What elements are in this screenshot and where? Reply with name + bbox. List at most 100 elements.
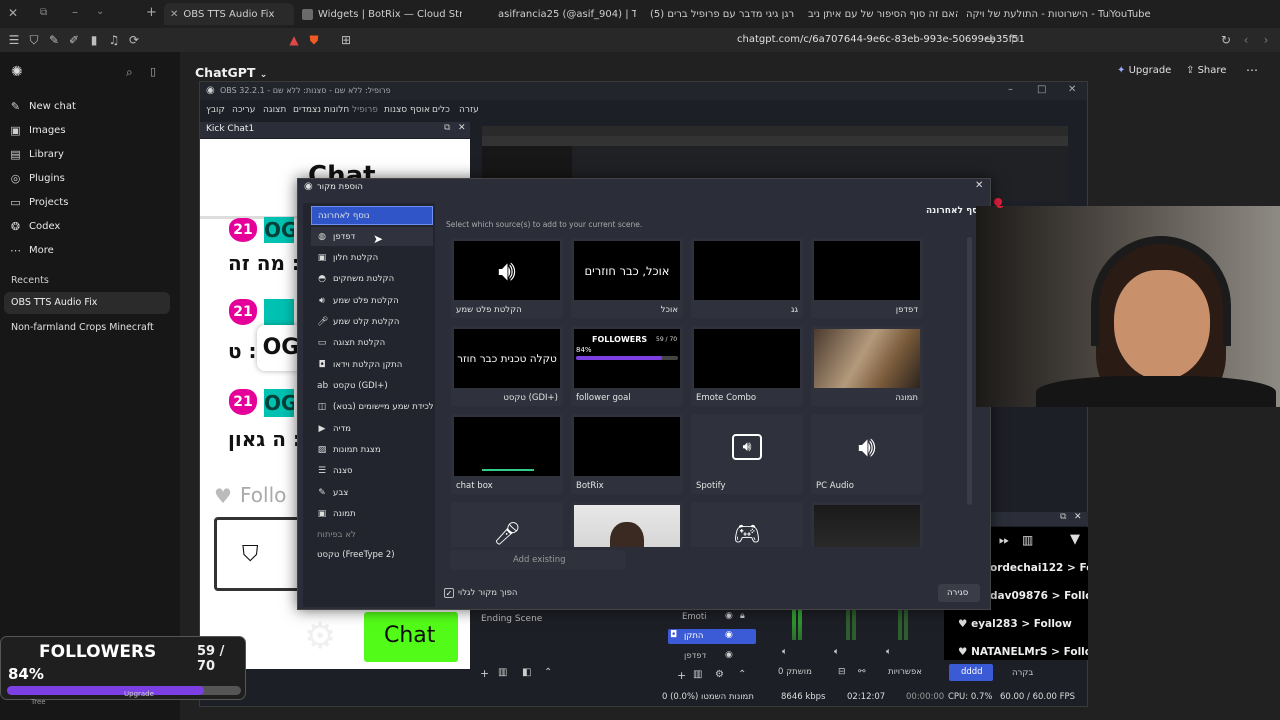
settings-button[interactable]: אפשרויות — [888, 667, 940, 681]
translate-icon[interactable]: ⇋ — [982, 32, 998, 48]
source-type-browser[interactable]: ◍ דפדפן — [311, 227, 433, 246]
speaker-icon[interactable]: 🔈︎ — [886, 647, 891, 657]
chevron-down-icon[interactable]: ⌄ — [96, 6, 104, 17]
new-tab-icon[interactable]: + — [146, 5, 157, 20]
menu-view[interactable]: תצוגה — [263, 105, 286, 115]
card-pc-audio[interactable]: 🔊︎ PC Audio — [811, 414, 923, 494]
menu-file[interactable]: קובץ — [206, 105, 225, 115]
card-mic[interactable]: 🎤︎ — [451, 502, 563, 547]
share-button[interactable]: ⇪ Share — [1186, 65, 1226, 76]
source-type-window-capture[interactable]: ▣ הקלטת חלון — [311, 248, 433, 267]
card-botrix[interactable]: BotRix — [571, 414, 683, 494]
minimize-icon[interactable]: – — [72, 5, 78, 19]
menu-edit[interactable]: עריכה — [232, 105, 255, 115]
sync-icon[interactable]: ⟳ — [126, 32, 142, 48]
add-icon[interactable]: + — [480, 667, 489, 680]
source-type-recent[interactable]: נוסף לאחרונה — [311, 206, 433, 225]
tab-obs-tts[interactable]: ✕ OBS TTS Audio Fix — [164, 3, 294, 25]
menu-tools[interactable]: כלים — [432, 105, 450, 115]
tab-youtube-3[interactable]: הישרוטות - התולעת של ויקה - Tube — [966, 3, 1110, 25]
source-type-slideshow[interactable]: ▨ מצגת תמונות — [311, 440, 433, 459]
scene-item[interactable]: Ending Scene — [481, 614, 542, 624]
source-type-image[interactable]: ▣ תמונה — [311, 504, 433, 523]
sidebar-item-codex[interactable]: ❂ Codex — [10, 216, 60, 236]
eye-icon[interactable]: ◉ — [725, 630, 733, 640]
source-type-audio-input[interactable]: 🎤︎ הקלטת קלט שמע — [311, 312, 433, 331]
openai-logo-icon[interactable]: ✺ — [11, 64, 23, 80]
controls-tab[interactable]: בקרה — [1012, 668, 1033, 678]
link-icon[interactable]: ⚯ — [858, 667, 866, 677]
tab-youtube-4[interactable]: YouTube — [1110, 3, 1180, 25]
card-game-capture[interactable]: 🎮︎ — [691, 502, 803, 547]
menu-docks[interactable]: חלונות נצמדים — [293, 105, 349, 115]
menu-icon[interactable]: ☰ — [6, 32, 22, 48]
source-type-audio-output[interactable]: 🔊︎ הקלטת פלט שמע — [311, 291, 433, 310]
sidebar-toggle-icon[interactable]: ▯ — [150, 65, 156, 78]
sidebar-item-images[interactable]: ▣ Images — [10, 120, 65, 140]
eye-icon[interactable]: ◉ — [725, 650, 733, 660]
gear-icon[interactable]: ⚙ — [715, 669, 724, 680]
close-icon[interactable]: ✕ — [975, 180, 983, 191]
card-webcam[interactable] — [571, 502, 683, 547]
source-type-color[interactable]: ✎ צבע — [311, 483, 433, 502]
tab-botrix[interactable]: Widgets | BotRix — Cloud Streaming — [302, 3, 462, 25]
card-spotify[interactable]: 🔊︎ Spotify — [691, 414, 803, 494]
filter-icon[interactable]: ▼ — [1070, 532, 1080, 547]
recent-chat-label[interactable]: Non-farmland Crops Minecraft — [11, 322, 154, 333]
search-icon[interactable]: ⌕ — [126, 65, 133, 80]
model-selector[interactable]: ChatGPT ⌄ — [195, 65, 267, 80]
lock-icon[interactable]: 🔒︎ — [740, 611, 745, 621]
upgrade-button[interactable]: ✦ Upgrade — [1117, 65, 1171, 76]
music-icon[interactable]: ♫ — [106, 32, 122, 48]
source-type-display-capture[interactable]: ▭ הקלטת תצוגה — [311, 333, 433, 352]
source-row[interactable]: דפדפן ◉ — [668, 649, 756, 664]
cards-scrollbar[interactable] — [967, 237, 972, 505]
sidebar-icon[interactable]: ▮ — [86, 32, 102, 48]
back-icon[interactable]: ‹ — [1238, 32, 1254, 48]
eye-icon[interactable]: ◉ — [725, 611, 733, 621]
recent-chat-active[interactable]: OBS TTS Audio Fix — [4, 292, 170, 314]
card-emote-combo[interactable]: Emote Combo — [691, 326, 803, 406]
speaker-icon[interactable]: 🔈︎ — [834, 647, 839, 657]
brave-shield-icon[interactable]: ⛊ — [306, 32, 322, 48]
card-browser[interactable]: דפדפן — [811, 238, 923, 318]
more-options-icon[interactable]: ⋯ — [1246, 63, 1258, 77]
card-chat-box[interactable]: chat box — [451, 414, 563, 494]
card-audio-output[interactable]: 🔊︎ הקלטת פלט שמע — [451, 238, 563, 318]
source-row-selected[interactable]: ◘ התקן ◉ — [668, 629, 756, 644]
trash-icon[interactable]: ▥ — [1022, 533, 1033, 547]
forward-icon[interactable]: › — [1258, 32, 1274, 48]
trash-icon[interactable]: ▥ — [498, 667, 507, 678]
source-type-video-capture[interactable]: ◘ התקן הקלטת וידאו — [311, 355, 433, 374]
close-window-icon[interactable]: ✕ — [8, 6, 18, 20]
close-tab-icon[interactable]: ✕ — [170, 9, 178, 20]
add-icon[interactable]: + — [677, 669, 686, 682]
tab-search-icon[interactable]: ⊞ — [338, 32, 354, 48]
card-roof[interactable]: גג — [691, 238, 803, 318]
menu-scene-collection[interactable]: אוסף סצנות — [384, 105, 430, 115]
filter-icon[interactable]: ◧ — [522, 667, 531, 678]
card-food[interactable]: אוכל, כבר חוזרים אוכל — [571, 238, 683, 318]
speaker-icon[interactable]: 🔈︎ — [782, 647, 787, 657]
sidebar-item-projects[interactable]: ▭ Projects — [10, 192, 68, 212]
close-icon[interactable]: ✕ — [458, 123, 466, 133]
add-existing-button[interactable]: Add existing — [450, 550, 626, 570]
gear-icon[interactable]: ⚙ — [304, 616, 336, 657]
tab-youtube-1[interactable]: (5) רגן גיגי מדבר עם פרופיל ברים — [650, 3, 795, 25]
extensions-icon[interactable]: ✎ — [46, 32, 62, 48]
workspaces-icon[interactable]: ⧉ — [40, 7, 47, 18]
reload-icon[interactable]: ↻ — [1218, 32, 1234, 48]
move-up-icon[interactable]: ⌃ — [544, 667, 552, 678]
menu-help[interactable]: עזרה — [459, 105, 479, 115]
undock-icon[interactable]: ⧉ — [1060, 512, 1066, 522]
maximize-icon[interactable]: □ — [1037, 84, 1046, 95]
card-screen[interactable] — [811, 502, 923, 547]
sidebar-item-more[interactable]: ⋯ More — [10, 240, 54, 260]
tab-tiktok[interactable]: asifrancia25 (@asif_904) | TikTok ♪ — [498, 3, 636, 25]
source-type-media[interactable]: ▶ מדיה — [311, 419, 433, 438]
source-type-game-capture[interactable]: ◓ הקלטת משחקים — [311, 269, 433, 288]
bookmark-icon[interactable]: ⚐ — [1007, 32, 1023, 48]
tab-youtube-2[interactable]: האם זה סוף הסיפור של עם איתן ניב — [808, 3, 958, 25]
dddd-button[interactable]: dddd — [949, 664, 993, 681]
visible-checkbox[interactable]: ✓ הפוך מקור לגלוי — [444, 587, 524, 601]
